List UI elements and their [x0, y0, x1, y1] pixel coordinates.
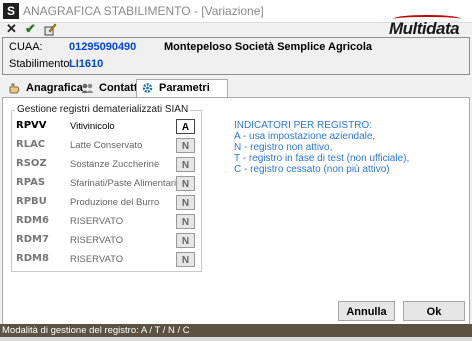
register-desc: Vitivinicolo — [70, 121, 115, 132]
registers-groupbox: Gestione registri dematerializzati SIAN … — [11, 104, 202, 272]
indicator-line-c: C - registro cessato (non più attivo) — [234, 164, 390, 175]
register-row-rdm8: RDM8 RISERVATO N — [12, 251, 201, 270]
tab-anagrafica[interactable]: Anagrafica — [4, 80, 83, 96]
register-code: RPVV — [16, 120, 47, 131]
register-code: RDM8 — [16, 253, 49, 264]
tab-contatti[interactable]: Contatti — [77, 80, 141, 96]
check-icon[interactable]: ✔ — [25, 22, 36, 36]
register-value-input[interactable]: N — [176, 138, 195, 153]
stabilimento-value: LI1610 — [69, 58, 104, 70]
register-code: RSOZ — [16, 158, 47, 169]
hand-pointer-icon — [9, 83, 20, 94]
register-row-rpas: RPAS Sfarinati/Paste Alimentari N — [12, 175, 201, 194]
header-panel: CUAA: 01295090490 Montepeloso Società Se… — [2, 37, 470, 75]
status-bar: Modalità di gestione del registro: A / T… — [0, 324, 472, 337]
company-name: Montepeloso Società Semplice Agricola — [164, 41, 373, 53]
register-desc: RISERVATO — [70, 254, 124, 265]
register-value-input[interactable]: N — [176, 157, 195, 172]
register-value-input[interactable]: A — [176, 119, 195, 134]
register-desc: RISERVATO — [70, 216, 124, 227]
register-code: RPBU — [16, 196, 47, 207]
close-icon[interactable]: ✕ — [6, 22, 17, 36]
indicator-line-t: T - registro in fase di test (non uffici… — [234, 153, 410, 164]
register-desc: Produzione del Burro — [70, 197, 160, 208]
register-row-rdm6: RDM6 RISERVATO N — [12, 213, 201, 232]
gear-icon — [142, 83, 153, 93]
register-row-rsoz: RSOZ Sostanze Zuccherine N — [12, 156, 201, 175]
register-code: RLAC — [16, 139, 46, 150]
cancel-button[interactable]: Annulla — [338, 301, 395, 321]
tab-contatti-label: Contatti — [99, 82, 141, 94]
cuaa-label: CUAA: — [9, 41, 43, 53]
cuaa-value: 01295090490 — [69, 41, 137, 53]
register-row-rdm7: RDM7 RISERVATO N — [12, 232, 201, 251]
register-row-rpvv: RPVV Vitivinicolo A — [12, 118, 201, 137]
logo-swoosh — [393, 15, 461, 23]
register-value-input[interactable]: N — [176, 176, 195, 191]
window-title: ANAGRAFICA STABILIMENTO - [Variazione] — [23, 4, 264, 18]
main-panel: Gestione registri dematerializzati SIAN … — [2, 97, 470, 326]
ok-button[interactable]: Ok — [403, 301, 465, 321]
multidata-logo: Multidata — [389, 15, 461, 39]
register-row-rlac: RLAC Latte Conservato N — [12, 137, 201, 156]
register-value-input[interactable]: N — [176, 233, 195, 248]
register-code: RDM6 — [16, 215, 49, 226]
contacts-icon — [81, 83, 94, 93]
stabilimento-label: Stabilimento: — [9, 58, 73, 70]
edit-icon[interactable] — [43, 22, 57, 36]
register-value-input[interactable]: N — [176, 214, 195, 229]
indicator-line-a: A - usa impostazione aziendale, — [234, 131, 376, 142]
register-desc: Latte Conservato — [70, 140, 143, 151]
register-row-rpbu: RPBU Produzione del Burro N — [12, 194, 201, 213]
tab-anagrafica-label: Anagrafica — [26, 82, 83, 94]
register-desc: Sostanze Zuccherine — [70, 159, 160, 170]
tab-parametri-sian[interactable]: Parametri SIAN — [136, 79, 228, 110]
register-value-input[interactable]: N — [176, 252, 195, 267]
group-title: Gestione registri dematerializzati SIAN — [15, 104, 191, 115]
register-desc: Sfarinati/Paste Alimentari — [70, 178, 177, 189]
register-code: RDM7 — [16, 234, 49, 245]
indicator-line-n: N - registro non attivo, — [234, 142, 333, 153]
register-code: RPAS — [16, 177, 46, 188]
app-icon: S — [3, 3, 19, 19]
bottom-strip — [0, 337, 472, 341]
indicators-title: INDICATORI PER REGISTRO: — [234, 120, 372, 131]
register-value-input[interactable]: N — [176, 195, 195, 210]
register-desc: RISERVATO — [70, 235, 124, 246]
